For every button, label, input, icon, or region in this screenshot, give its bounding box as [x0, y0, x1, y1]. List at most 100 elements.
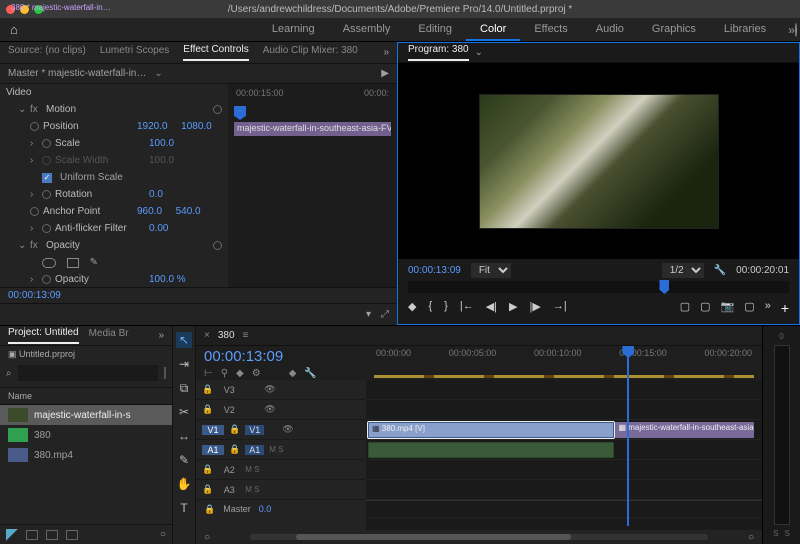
workspace-libraries[interactable]: Libraries [710, 19, 780, 41]
reset-icon[interactable] [213, 105, 222, 114]
extract-icon[interactable]: ▢ [700, 300, 710, 316]
expand-icon[interactable]: ⤢ [381, 309, 389, 320]
effect-controls-timeline[interactable]: 00:00:15:0000:00: majestic-waterfall-in-… [228, 84, 397, 287]
ec-playhead[interactable] [234, 106, 246, 120]
folder-icon[interactable] [164, 367, 166, 379]
freeform-view-icon[interactable] [66, 530, 78, 540]
tab-project[interactable]: Project: Untitled [8, 327, 79, 344]
disclosure-icon[interactable]: › [30, 189, 38, 200]
mute-solo[interactable]: M S [245, 465, 259, 474]
zoom-scrollbar[interactable] [250, 534, 708, 540]
eye-icon[interactable]: 👁 [282, 424, 293, 435]
workspace-learning[interactable]: Learning [258, 19, 329, 41]
workspace-effects[interactable]: Effects [520, 19, 581, 41]
selection-tool[interactable]: ↖ [176, 332, 192, 348]
program-playhead[interactable] [659, 280, 669, 294]
comparison-icon[interactable]: ▢ [744, 300, 754, 316]
track-v2[interactable]: V2 [218, 405, 240, 415]
sequence-tab[interactable]: 380 [218, 330, 235, 341]
anchor-y[interactable]: 540.0 [176, 206, 201, 217]
ec-master-clip[interactable]: Master * majestic-waterfall-in… [8, 68, 146, 79]
chevron-down-icon[interactable]: ⌄ [475, 47, 483, 58]
timeline-ruler[interactable]: 00:00:00 00:00:05:00 00:00:10:00 00:00:1… [366, 346, 762, 380]
export-frame-icon[interactable]: 📷 [721, 300, 735, 316]
program-timecode[interactable]: 00:00:13:09 [408, 265, 461, 276]
lock-icon[interactable]: 🔒 [202, 464, 213, 475]
eye-icon[interactable]: 👁 [264, 404, 275, 415]
ec-instance-clip[interactable]: 380 * majestic-waterfall-in… [8, 2, 114, 18]
marker-icon[interactable]: ◆ [408, 300, 416, 316]
workspace-color[interactable]: Color [466, 19, 520, 41]
tabs-overflow-icon[interactable]: » [158, 330, 164, 341]
ec-clip-bar[interactable]: majestic-waterfall-in-southeast-asia-FVZ… [234, 122, 391, 136]
tab-source[interactable]: Source: (no clips) [8, 45, 86, 60]
motion-label[interactable]: Motion [46, 104, 136, 115]
tab-media-browser[interactable]: Media Br [89, 328, 129, 343]
home-icon[interactable]: ⌂ [10, 22, 18, 37]
workspace-audio[interactable]: Audio [582, 19, 638, 41]
wrench-icon[interactable]: 🔧 [714, 265, 726, 276]
track-a2[interactable]: A2 [218, 465, 240, 475]
ripple-tool[interactable]: ⧉ [176, 380, 192, 396]
disclosure-icon[interactable]: › [30, 138, 38, 149]
program-viewer[interactable] [398, 63, 799, 259]
stopwatch-icon[interactable] [42, 139, 51, 148]
timeline-toggle-icon[interactable]: ▶ [381, 68, 389, 79]
source-v1[interactable]: V1 [202, 425, 224, 435]
settings-icon[interactable]: ⚙ [252, 368, 261, 379]
workspace-overflow-icon[interactable]: » [788, 23, 795, 37]
solo-r[interactable]: S [785, 529, 790, 538]
out-icon[interactable]: } [444, 300, 448, 316]
type-tool[interactable]: T [176, 500, 192, 516]
pen-tool[interactable]: ✎ [176, 452, 192, 468]
snap-icon[interactable]: ⊢ [204, 368, 213, 379]
reset-icon[interactable] [213, 241, 222, 250]
tab-audio-mixer[interactable]: Audio Clip Mixer: 380 [263, 45, 358, 60]
track-v1[interactable]: V1 [245, 425, 264, 435]
lock-icon[interactable]: 🔒 [202, 404, 213, 415]
video-clip[interactable]: ▦ 380.mp4 [V] [368, 422, 614, 438]
step-fwd-icon[interactable]: |▶ [530, 300, 541, 316]
stopwatch-icon[interactable] [42, 224, 51, 233]
track-area[interactable]: ▦ 380.mp4 [V] ▦ majestic-waterfall-in-so… [366, 380, 762, 530]
disclosure-icon[interactable]: ⌄ [18, 240, 26, 251]
solo-l[interactable]: S [773, 529, 778, 538]
ec-current-timecode[interactable]: 00:00:13:09 [0, 287, 397, 303]
razor-tool[interactable]: ✂ [176, 404, 192, 420]
timeline-timecode[interactable]: 00:00:13:09 [204, 348, 358, 365]
tab-lumetri-scopes[interactable]: Lumetri Scopes [100, 45, 169, 60]
project-item[interactable]: majestic-waterfall-in-s [0, 405, 172, 425]
mute-solo[interactable]: M S [269, 445, 283, 454]
track-select-tool[interactable]: ⇥ [176, 356, 192, 372]
track-a3[interactable]: A3 [218, 485, 240, 495]
video-clip[interactable]: ▦ majestic-waterfall-in-southeast-asia-F [615, 422, 754, 438]
flicker-value[interactable]: 0.00 [149, 223, 168, 234]
opacity-label[interactable]: Opacity [46, 240, 136, 251]
tab-program[interactable]: Program: 380 [408, 44, 469, 61]
position-x[interactable]: 1920.0 [137, 121, 168, 132]
wrench-icon[interactable]: 🔧 [304, 368, 316, 379]
stopwatch-icon[interactable] [42, 190, 51, 199]
workspace-assembly[interactable]: Assembly [329, 19, 405, 41]
chevron-down-icon[interactable]: ⌄ [154, 68, 162, 79]
project-item[interactable]: 380 [0, 425, 172, 445]
zoom-select[interactable]: Fit [471, 263, 511, 278]
search-icon[interactable] [795, 23, 797, 37]
slip-tool[interactable]: ↔ [176, 428, 192, 444]
timeline-playhead[interactable] [627, 346, 629, 526]
tabs-overflow-icon[interactable]: » [383, 47, 389, 58]
project-search-input[interactable] [18, 365, 158, 381]
mute-solo[interactable]: M S [245, 485, 259, 494]
disclosure-icon[interactable]: › [30, 274, 38, 285]
goto-in-icon[interactable]: |← [460, 300, 474, 316]
play-icon[interactable]: ▶ [509, 300, 517, 316]
lock-icon[interactable]: 🔒 [229, 444, 240, 455]
column-name[interactable]: Name [0, 387, 172, 405]
audio-clip[interactable] [368, 442, 614, 458]
mask-rect-icon[interactable] [67, 258, 79, 268]
track-a1[interactable]: A1 [245, 445, 264, 455]
resolution-select[interactable]: 1/2 [662, 263, 704, 278]
stopwatch-icon[interactable] [42, 275, 51, 284]
lock-icon[interactable]: 🔒 [202, 484, 213, 495]
source-a1[interactable]: A1 [202, 445, 224, 455]
